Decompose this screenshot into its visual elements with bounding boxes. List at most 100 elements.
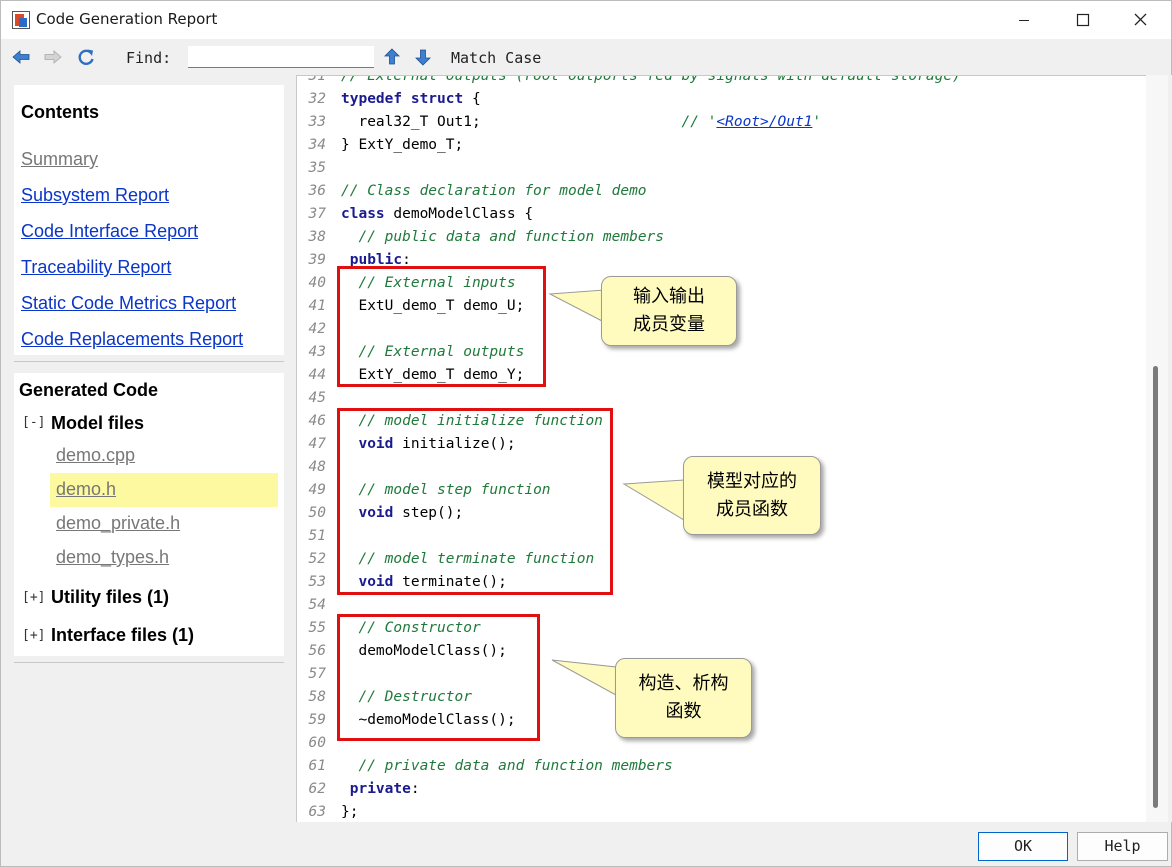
code-line: 32 typedef struct { [297, 88, 1147, 111]
code-text: // private data and function members [341, 755, 673, 778]
file-link-demo-types-h[interactable]: demo_types.h [56, 547, 169, 568]
line-number: 32 [308, 91, 326, 107]
scrollbar-thumb[interactable] [1153, 366, 1158, 808]
code-token: }; [341, 804, 359, 820]
code-text: class demoModelClass { [341, 203, 533, 226]
code-token: // private data and function members [358, 758, 673, 774]
callout-pointer [548, 289, 605, 323]
interface-files-label[interactable]: Interface files (1) [51, 625, 194, 646]
contents-title: Contents [21, 102, 99, 122]
summary-link[interactable]: Summary [21, 149, 98, 170]
utility-files-label[interactable]: Utility files (1) [51, 587, 169, 608]
line-number: 57 [308, 666, 326, 682]
find-previous-icon[interactable] [382, 47, 402, 67]
line-number: 35 [308, 160, 326, 176]
code-token: // External outputs (root outports fed b… [341, 75, 961, 84]
code-token: demoModelClass { [384, 206, 534, 222]
line-number: 54 [308, 597, 326, 613]
divider [14, 662, 284, 663]
line-number: 46 [308, 413, 326, 429]
code-line: 35 [297, 157, 1147, 180]
traceability-link[interactable]: <Root>/Out1 [716, 114, 812, 130]
line-number: 61 [308, 758, 326, 774]
code-line: 38 // public data and function members [297, 226, 1147, 249]
code-replacements-report-link[interactable]: Code Replacements Report [21, 329, 243, 350]
line-number: 59 [308, 712, 326, 728]
model-files-label[interactable]: Model files [51, 413, 144, 434]
close-button[interactable] [1117, 1, 1163, 40]
subsystem-report-link[interactable]: Subsystem Report [21, 185, 169, 206]
annotation-box-ctor-dtor [337, 614, 540, 741]
code-token: struct [410, 91, 464, 107]
line-number: 44 [308, 367, 326, 383]
code-line: 34} ExtY_demo_T; [297, 134, 1147, 157]
static-code-metrics-report-link[interactable]: Static Code Metrics Report [21, 293, 236, 314]
forward-arrow-icon[interactable] [43, 47, 63, 67]
code-text: real32_T Out1; // '<Root>/Out1' [341, 111, 821, 134]
line-number: 51 [308, 528, 326, 544]
code-line: 62 private: [297, 778, 1147, 801]
line-number: 36 [308, 183, 326, 199]
callout-text: 模型对应的 [707, 470, 797, 492]
line-number: 60 [308, 735, 326, 751]
callout-text: 构造、析构 [638, 673, 729, 694]
code-interface-report-link[interactable]: Code Interface Report [21, 221, 198, 242]
code-token: real32_T Out1; [341, 114, 682, 130]
line-number: 58 [308, 689, 326, 705]
line-number: 31 [308, 75, 326, 84]
refresh-icon[interactable] [76, 47, 96, 67]
callout-text: 输入输出 [633, 286, 705, 307]
code-token: // Class declaration for model demo [341, 183, 647, 199]
dialog-button-bar: OK Help [0, 822, 1172, 867]
code-token: } ExtY_demo_T; [341, 137, 464, 153]
app-icon [12, 11, 30, 29]
ok-button[interactable]: OK [978, 832, 1068, 861]
callout-pointer [622, 479, 685, 521]
file-link-demo-private-h[interactable]: demo_private.h [56, 513, 180, 534]
code-token: private [349, 781, 411, 797]
callout-text: 成员变量 [633, 314, 705, 335]
line-number: 50 [308, 505, 326, 521]
line-number: 33 [308, 114, 326, 130]
maximize-button[interactable] [1059, 1, 1105, 40]
utility-files-expand-toggle[interactable]: [+] [22, 590, 45, 605]
code-text: // Class declaration for model demo [341, 180, 647, 203]
line-number: 39 [308, 252, 326, 268]
line-number: 42 [308, 321, 326, 337]
line-number: 49 [308, 482, 326, 498]
line-number: 43 [308, 344, 326, 360]
find-next-icon[interactable] [413, 47, 433, 67]
find-input[interactable] [188, 46, 374, 68]
maximize-icon [1076, 13, 1090, 27]
divider [14, 361, 284, 362]
code-token: ' [812, 114, 822, 130]
code-token: typedef [341, 91, 403, 107]
code-text: // public data and function members [341, 226, 664, 249]
minimize-button[interactable] [1001, 1, 1047, 40]
line-number: 62 [308, 781, 326, 797]
help-button[interactable]: Help [1077, 832, 1168, 861]
code-line: 61 // private data and function members [297, 755, 1147, 778]
close-icon [1134, 13, 1147, 26]
file-link-demo-h[interactable]: demo.h [56, 479, 116, 500]
line-number: 38 [308, 229, 326, 245]
interface-files-expand-toggle[interactable]: [+] [22, 628, 45, 643]
title-bar: Code Generation Report [0, 0, 1172, 39]
line-number: 55 [308, 620, 326, 636]
line-number: 56 [308, 643, 326, 659]
toolbar: Find: Match Case [0, 39, 1172, 75]
callout-text: 成员函数 [716, 498, 788, 520]
code-token: class [341, 206, 385, 222]
code-text: }; [341, 801, 358, 822]
model-files-collapse-toggle[interactable]: [-] [22, 415, 45, 430]
traceability-report-link[interactable]: Traceability Report [21, 257, 171, 278]
code-text: typedef struct { [341, 88, 481, 111]
back-arrow-icon[interactable] [11, 47, 31, 67]
file-link-demo-cpp[interactable]: demo.cpp [56, 445, 135, 466]
match-case-toggle[interactable]: Match Case [451, 49, 541, 67]
minimize-icon [1019, 20, 1029, 21]
line-number: 47 [308, 436, 326, 452]
